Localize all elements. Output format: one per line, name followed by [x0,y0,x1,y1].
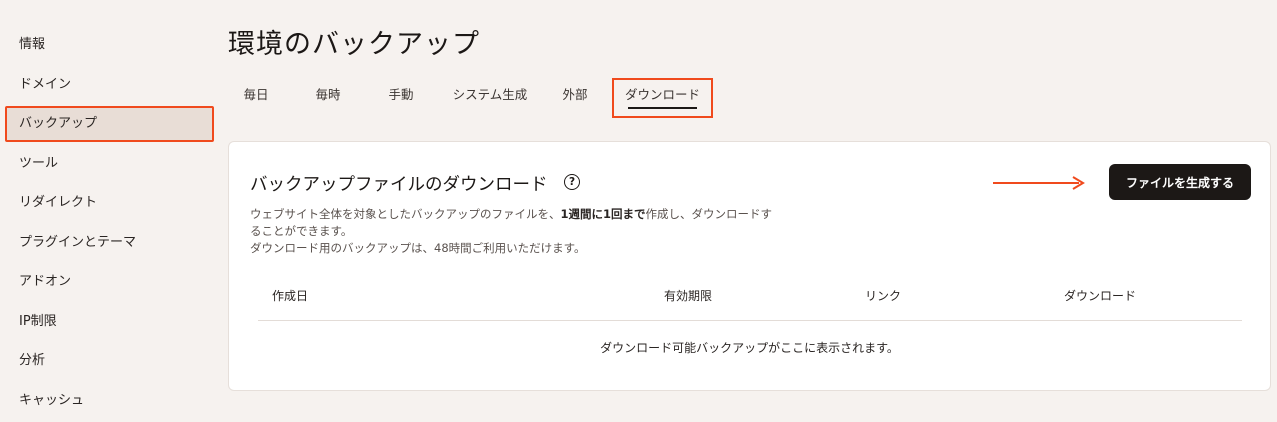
sidebar-item-analytics[interactable]: 分析 [5,343,214,379]
tab-download[interactable]: ダウンロード [612,78,713,118]
sidebar-item-domain[interactable]: ドメイン [5,67,214,103]
card-title: バックアップファイルのダウンロード [250,175,548,195]
sidebar: 情報 ドメイン バックアップ ツール リダイレクト プラグインとテーマ アドオン… [0,0,215,422]
sidebar-item-plugins-themes[interactable]: プラグインとテーマ [5,225,214,261]
sidebar-item-redirect[interactable]: リダイレクト [5,185,214,221]
sidebar-item-addons[interactable]: アドオン [5,264,214,300]
sidebar-item-ip-restriction[interactable]: IP制限 [5,304,214,340]
sidebar-item-info[interactable]: 情報 [5,27,214,63]
tab-system-generated[interactable]: システム生成 [442,78,538,118]
sidebar-item-tools[interactable]: ツール [5,146,214,182]
desc-bold-limit: 1週間に1回まで [560,207,646,221]
active-tab-underline [628,107,697,109]
right-arrow-icon [993,176,1085,190]
table-divider [258,320,1242,321]
tab-hourly[interactable]: 毎時 [300,78,356,118]
column-header-expires: 有効期限 [664,289,713,303]
tab-daily[interactable]: 毎日 [228,78,284,118]
sidebar-item-cache[interactable]: キャッシュ [5,383,214,419]
generate-file-button[interactable]: ファイルを生成する [1109,164,1251,200]
column-header-download: ダウンロード [1064,289,1137,303]
desc-part2: 作成し、ダウンロードす [645,207,773,221]
question-circle-icon[interactable]: ? [564,174,580,190]
tab-download-label: ダウンロード [624,87,700,102]
column-header-created: 作成日 [272,289,309,303]
tab-external[interactable]: 外部 [548,78,602,118]
card-description: ウェブサイト全体を対象としたバックアップのファイルを、1週間に1回まで作成し、ダ… [250,206,850,257]
page-title: 環境のバックアップ [228,29,480,60]
empty-table-message: ダウンロード可能バックアップがここに表示されます。 [600,341,899,355]
download-backup-card: バックアップファイルのダウンロード ? ウェブサイト全体を対象としたバックアップ… [228,141,1271,391]
desc-line3: ダウンロード用のバックアップは、48時間ご利用いただけます。 [250,241,586,255]
desc-line2: ることができます。 [250,224,353,238]
desc-part1: ウェブサイト全体を対象としたバックアップのファイルを、 [250,207,561,221]
sidebar-item-backup[interactable]: バックアップ [5,106,214,142]
column-header-link: リンク [865,289,902,303]
backup-tabs: 毎日 毎時 手動 システム生成 外部 ダウンロード [228,78,728,118]
tab-manual[interactable]: 手動 [373,78,429,118]
